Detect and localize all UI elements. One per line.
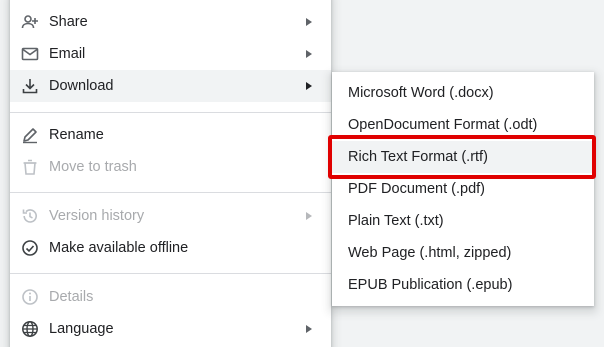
- download-option-odt[interactable]: OpenDocument Format (.odt): [332, 109, 594, 141]
- offline-check-icon: [21, 239, 39, 257]
- menu-item-label: Rename: [49, 127, 104, 143]
- menu-item-share[interactable]: Share: [10, 6, 331, 38]
- menu-item-download[interactable]: Download: [10, 70, 331, 102]
- download-option-epub[interactable]: EPUB Publication (.epub): [332, 269, 594, 301]
- menu-item-make-available-offline[interactable]: Make available offline: [10, 232, 331, 264]
- menu-item-label: Email: [49, 46, 86, 62]
- menu-item-language[interactable]: Language: [10, 313, 331, 345]
- submenu-arrow-icon: [306, 18, 312, 26]
- download-option-label: Plain Text (.txt): [348, 213, 444, 229]
- menu-divider: [10, 112, 331, 113]
- download-option-pdf[interactable]: PDF Document (.pdf): [332, 173, 594, 205]
- trash-icon: [21, 158, 39, 176]
- menu-item-label: Version history: [49, 208, 145, 224]
- docs-file-menu-screen: Share Email Download Rename Move to tras…: [0, 0, 604, 347]
- download-option-label: EPUB Publication (.epub): [348, 277, 513, 293]
- menu-item-label: Download: [49, 78, 114, 94]
- download-option-label: Rich Text Format (.rtf): [348, 149, 488, 165]
- menu-divider: [10, 273, 331, 274]
- globe-icon: [21, 320, 39, 338]
- menu-item-label: Details: [49, 289, 94, 305]
- download-option-rtf[interactable]: Rich Text Format (.rtf): [332, 141, 594, 173]
- menu-item-move-to-trash[interactable]: Move to trash: [10, 151, 331, 183]
- menu-divider: [10, 192, 331, 193]
- submenu-arrow-icon: [306, 50, 312, 58]
- menu-item-email[interactable]: Email: [10, 38, 331, 70]
- menu-item-rename[interactable]: Rename: [10, 119, 331, 151]
- menu-item-details[interactable]: Details: [10, 281, 331, 313]
- download-option-docx[interactable]: Microsoft Word (.docx): [332, 77, 594, 109]
- download-option-html-zipped[interactable]: Web Page (.html, zipped): [332, 237, 594, 269]
- download-submenu: Microsoft Word (.docx) OpenDocument Form…: [332, 72, 594, 306]
- menu-item-label: Language: [49, 321, 114, 337]
- menu-item-label: Move to trash: [49, 159, 137, 175]
- menu-item-label: Make available offline: [49, 240, 189, 256]
- menu-item-label: Share: [49, 14, 88, 30]
- submenu-arrow-icon: [306, 82, 312, 90]
- history-icon: [21, 207, 39, 225]
- rename-pencil-icon: [21, 126, 39, 144]
- email-icon: [21, 45, 39, 63]
- file-menu: Share Email Download Rename Move to tras…: [10, 0, 331, 347]
- download-option-label: Web Page (.html, zipped): [348, 245, 512, 261]
- download-option-label: Microsoft Word (.docx): [348, 85, 494, 101]
- download-option-label: OpenDocument Format (.odt): [348, 117, 538, 133]
- info-icon: [21, 288, 39, 306]
- download-option-label: PDF Document (.pdf): [348, 181, 485, 197]
- download-icon: [21, 77, 39, 95]
- download-option-txt[interactable]: Plain Text (.txt): [332, 205, 594, 237]
- share-icon: [21, 13, 39, 31]
- submenu-arrow-icon: [306, 325, 312, 333]
- submenu-arrow-icon: [306, 212, 312, 220]
- menu-item-version-history[interactable]: Version history: [10, 200, 331, 232]
